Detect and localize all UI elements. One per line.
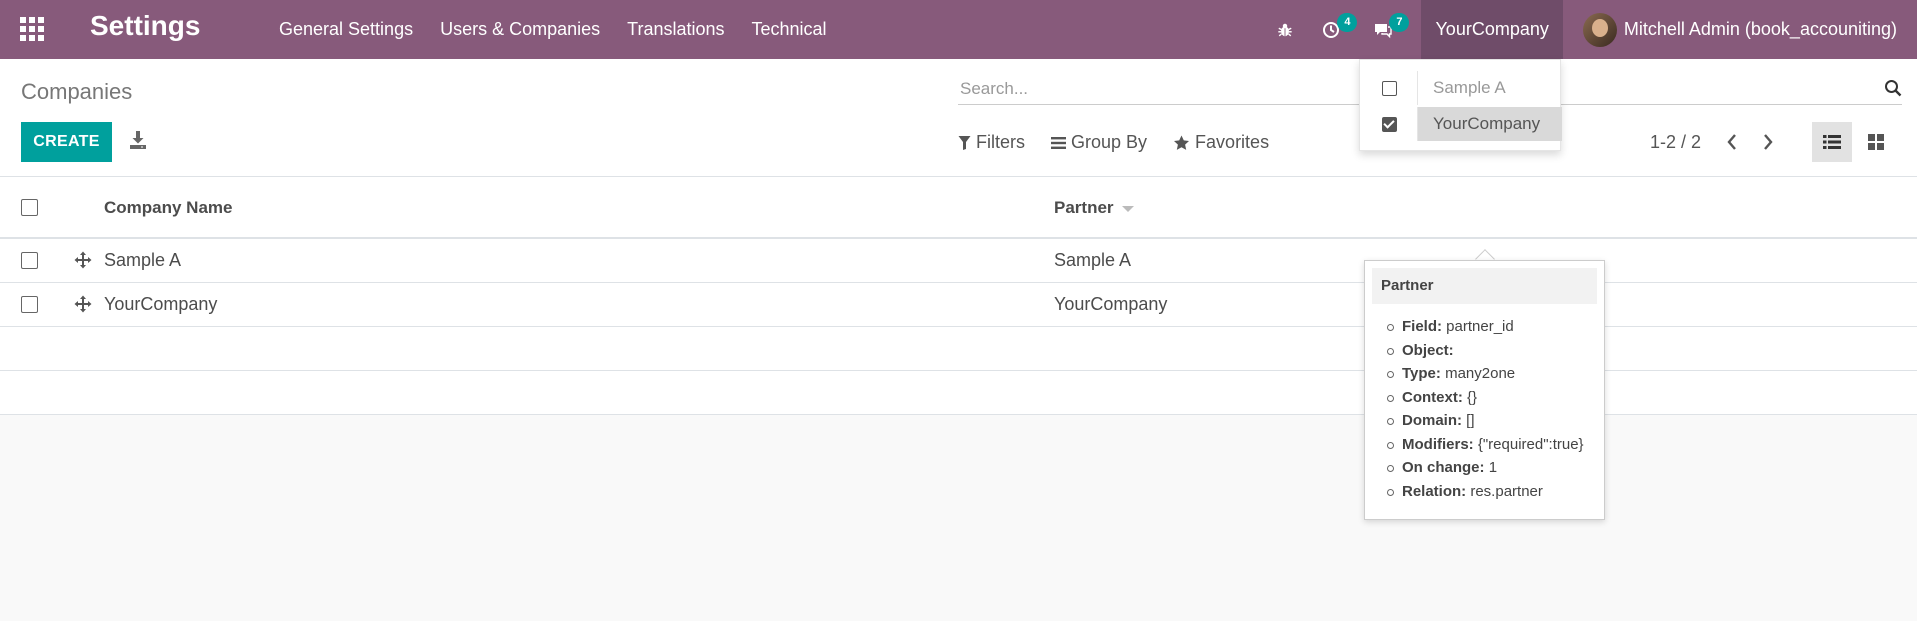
cell-partner: Sample A xyxy=(1054,250,1132,270)
star-icon xyxy=(1174,135,1190,150)
user-menu[interactable]: Mitchell Admin (book_accouniting) xyxy=(1563,0,1917,59)
bars-icon xyxy=(1051,136,1066,149)
tooltip-relation: Relation: res.partner xyxy=(1387,483,1584,507)
company-option-label[interactable]: Sample A xyxy=(1418,71,1562,105)
table-row[interactable]: Sample A Sample A xyxy=(0,239,1917,283)
tooltip-type: Type: many2one xyxy=(1387,365,1584,389)
control-panel: Companies CREATE Filters xyxy=(0,59,1917,177)
breadcrumb: Companies xyxy=(21,79,133,104)
group-by-label: Group By xyxy=(1071,132,1148,152)
apps-grid-icon[interactable] xyxy=(20,17,46,41)
company-option-yourcompany[interactable]: YourCompany xyxy=(1360,107,1562,141)
main-menu: General Settings Users & Companies Trans… xyxy=(279,0,854,59)
list-icon xyxy=(1823,135,1841,149)
field-tooltip: Partner Field: partner_id Object: Type: … xyxy=(1364,260,1605,520)
menu-general-settings[interactable]: General Settings xyxy=(279,19,413,40)
top-navbar: Settings General Settings Users & Compan… xyxy=(0,0,1917,59)
menu-translations[interactable]: Translations xyxy=(627,19,724,40)
tooltip-title: Partner xyxy=(1372,268,1597,304)
row-checkbox[interactable] xyxy=(21,252,38,269)
menu-users-companies[interactable]: Users & Companies xyxy=(440,19,600,40)
companies-table: Company Name Partner Sample A Sample A Y… xyxy=(0,177,1917,415)
create-button[interactable]: CREATE xyxy=(21,122,112,162)
favorites-button[interactable]: Favorites xyxy=(1173,132,1269,153)
tooltip-object: Object: xyxy=(1387,342,1584,366)
company-checkbox-checked[interactable] xyxy=(1382,117,1397,132)
pager-value[interactable]: 1-2 / 2 xyxy=(1650,132,1701,153)
app-title[interactable]: Settings xyxy=(90,10,200,42)
activity-clock-icon[interactable]: 4 xyxy=(1305,0,1358,59)
filters-label: Filters xyxy=(976,132,1025,152)
company-switcher[interactable]: YourCompany xyxy=(1421,0,1563,59)
favorites-label: Favorites xyxy=(1195,132,1270,152)
cell-company-name: YourCompany xyxy=(104,294,218,314)
tooltip-context: Context: {} xyxy=(1387,389,1584,413)
company-checkbox[interactable] xyxy=(1382,81,1397,96)
table-row[interactable]: YourCompany YourCompany xyxy=(0,283,1917,327)
table-header: Company Name Partner xyxy=(0,177,1917,239)
systray: 4 7 YourCompany Mitchell Admin (book_acc… xyxy=(1265,0,1917,59)
avatar xyxy=(1582,12,1617,47)
tooltip-modifiers: Modifiers: {"required":true} xyxy=(1387,436,1584,460)
company-switcher-dropdown: Sample A YourCompany xyxy=(1359,59,1562,151)
drag-handle-icon[interactable] xyxy=(74,251,92,269)
company-option-sample-a[interactable]: Sample A xyxy=(1360,71,1562,105)
filters-button[interactable]: Filters xyxy=(958,132,1025,153)
messages-chat-icon[interactable]: 7 xyxy=(1357,0,1410,59)
tooltip-onchange: On change: 1 xyxy=(1387,459,1584,483)
messages-badge: 7 xyxy=(1389,13,1410,32)
tooltip-field-list: Field: partner_id Object: Type: many2one… xyxy=(1387,318,1584,506)
kanban-view-button[interactable] xyxy=(1856,122,1896,162)
activity-badge: 4 xyxy=(1337,13,1358,32)
cell-company-name: Sample A xyxy=(104,250,182,270)
cell-partner: YourCompany xyxy=(1054,294,1168,314)
tooltip-field: Field: partner_id xyxy=(1387,318,1584,342)
search-options: Filters Group By Favorites xyxy=(958,132,1295,153)
column-partner[interactable]: Partner xyxy=(1054,198,1134,218)
kanban-grid-icon xyxy=(1868,134,1884,150)
empty-row xyxy=(0,327,1917,371)
search-icon[interactable] xyxy=(1884,79,1902,97)
debug-bug-icon[interactable] xyxy=(1265,0,1305,59)
chevron-left-icon[interactable] xyxy=(1724,132,1740,152)
company-option-label[interactable]: YourCompany xyxy=(1418,107,1562,141)
column-partner-label: Partner xyxy=(1054,198,1114,217)
sort-caret-icon xyxy=(1121,205,1134,212)
list-view-button[interactable] xyxy=(1812,122,1852,162)
row-checkbox[interactable] xyxy=(21,296,38,313)
empty-row xyxy=(0,371,1917,415)
menu-technical[interactable]: Technical xyxy=(752,19,827,40)
group-by-button[interactable]: Group By xyxy=(1051,132,1147,153)
drag-handle-icon[interactable] xyxy=(74,295,92,313)
select-all-checkbox[interactable] xyxy=(21,199,38,216)
filter-icon xyxy=(958,135,971,150)
chevron-right-icon[interactable] xyxy=(1760,132,1776,152)
column-company-name[interactable]: Company Name xyxy=(104,198,232,218)
tooltip-domain: Domain: [] xyxy=(1387,412,1584,436)
user-name: Mitchell Admin (book_accouniting) xyxy=(1623,19,1897,39)
download-icon[interactable] xyxy=(129,130,147,150)
